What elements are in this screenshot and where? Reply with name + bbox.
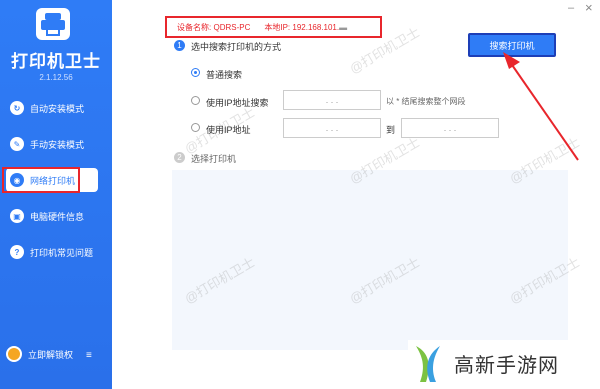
wrench-icon: ✎ [10, 137, 24, 151]
app-name: 打印机卫士 [11, 52, 101, 71]
ip-mask: ▬ [339, 22, 348, 32]
menu-icon[interactable]: ≡ [86, 350, 92, 361]
leaf-logo-icon [416, 345, 440, 382]
device-name-label: 设备名称: [177, 22, 212, 32]
radio-normal-search[interactable] [191, 68, 200, 77]
unlock-label: 立即解锁权 [28, 349, 74, 360]
close-button[interactable]: × [585, 0, 593, 15]
site-logo-text: 高新手游网 [454, 355, 559, 377]
auto-install-icon: ↻ [10, 101, 24, 115]
section-2-title: 选择打印机 [191, 154, 237, 164]
radio-ip-search[interactable] [191, 96, 200, 105]
printer-logo-icon [36, 8, 70, 40]
sidebar-item-label: 打印机常见问题 [30, 247, 94, 258]
step-2-badge: 2 [174, 152, 185, 163]
hardware-icon: ▣ [10, 209, 24, 223]
device-name-value: QDRS-PC [213, 22, 251, 32]
search-printer-button[interactable]: 搜索打印机 [468, 33, 556, 57]
step-1-badge: 1 [174, 40, 185, 51]
sidebar-item-faq[interactable]: ? 打印机常见问题 [6, 240, 98, 264]
sidebar-item-hardware-info[interactable]: ▣ 电脑硬件信息 [6, 204, 98, 228]
sidebar-item-label: 电脑硬件信息 [30, 211, 85, 222]
ip-range-end-field[interactable]: . . . [401, 118, 499, 138]
sidebar-item-auto-install[interactable]: ↻ 自动安装模式 [6, 96, 98, 120]
app-version: 2.1.12.56 [39, 73, 73, 82]
ip-search-hint: 以 * 结尾搜索整个网段 [386, 97, 466, 106]
ip-address-field[interactable]: . . . [283, 90, 381, 110]
section-1-title: 选中搜索打印机的方式 [191, 42, 282, 52]
sidebar-item-label: 手动安装模式 [30, 139, 85, 150]
ip-range-start-field[interactable]: . . . [283, 118, 381, 138]
annotation-highlight-frame [2, 167, 80, 193]
unlock-button[interactable]: 立即解锁权 [6, 345, 73, 363]
sidebar: 打印机卫士 2.1.12.56 ↻ 自动安装模式 ✎ 手动安装模式 ◉ 网络打印… [0, 0, 112, 389]
site-logo: 高新手游网 [408, 340, 598, 387]
local-ip-label: 本地IP: [264, 22, 291, 32]
sidebar-item-manual-install[interactable]: ✎ 手动安装模式 [6, 132, 98, 156]
help-icon: ? [10, 245, 24, 259]
radio-normal-search-label: 普通搜索 [206, 70, 243, 80]
minimize-button[interactable]: – [568, 2, 574, 14]
avatar [6, 346, 22, 362]
sidebar-item-label: 自动安装模式 [30, 103, 85, 114]
device-info-bar: 设备名称: QDRS-PC 本地IP: 192.168.101. ▬ [165, 16, 382, 38]
range-to-label: 到 [386, 125, 396, 135]
local-ip-value: 192.168.101. [292, 22, 340, 32]
